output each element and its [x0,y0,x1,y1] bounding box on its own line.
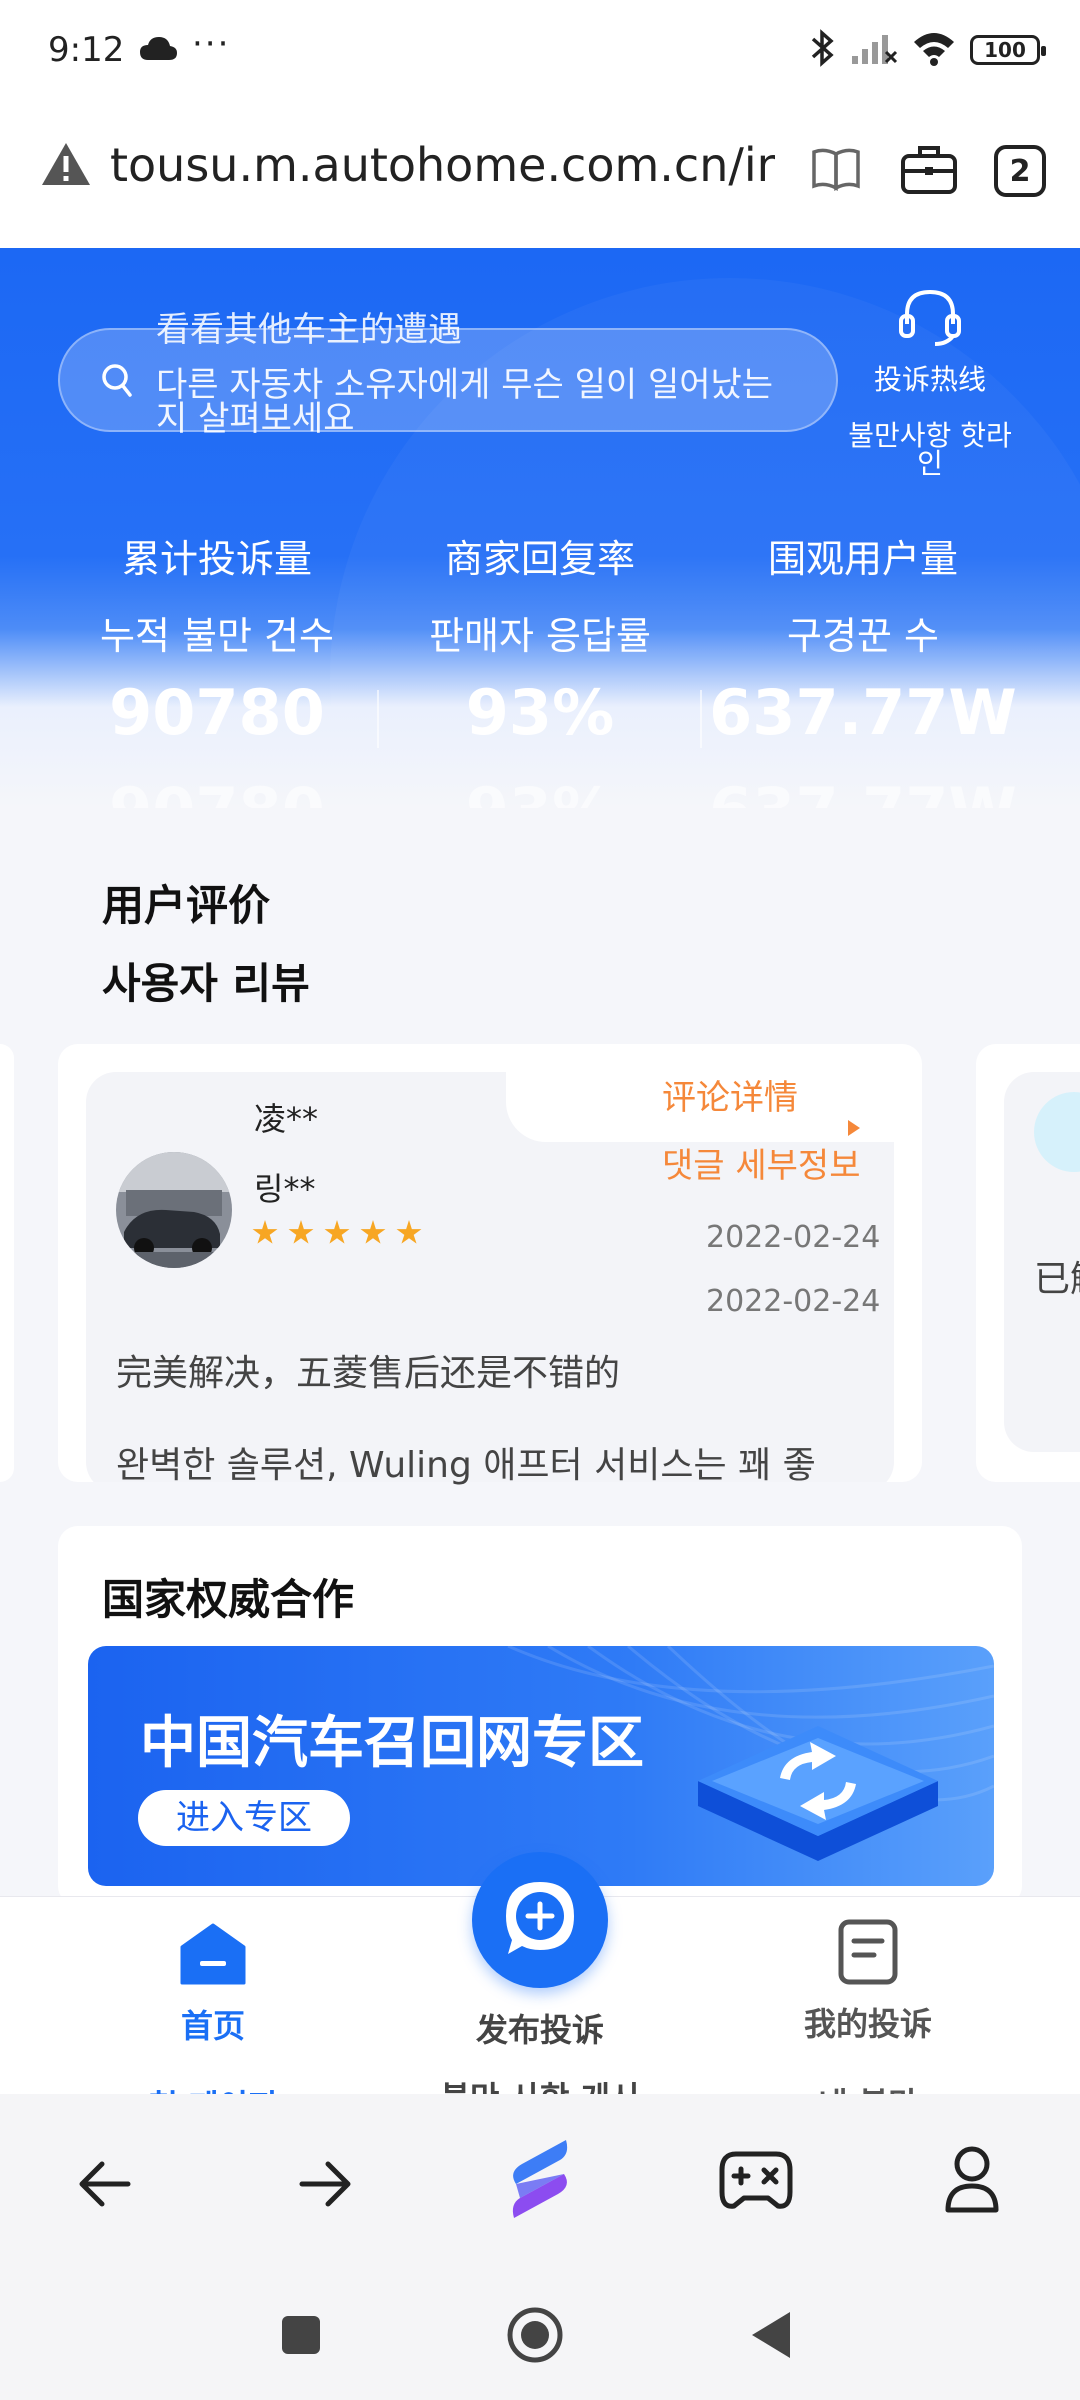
tab-my-complaints[interactable]: 我的投诉 내 불만 [718,1897,1018,2125]
stat-label-kr: 판매자 응답률 [429,614,651,658]
stats-row: 累计投诉量 누적 불만 건수 90780 90780 商家回复率 판매자 응답률… [0,528,1080,808]
tab-publish-label-cn: 发布投诉 [475,2011,604,2049]
stat-reply-rate: 商家回复率 판매자 응답률 93% 93% [375,528,705,808]
headset-icon [895,289,965,352]
reviews-section-title: 用户评价 사용자 리뷰 [102,880,310,1010]
hero-section: 看看其他车主的遭遇 다른 자동차 소유자에게 무슨 일이 일어났는지 살펴보세요… [0,248,1080,808]
system-nav-bar [0,2266,1080,2400]
search-input[interactable]: 看看其他车主的遭遇 다른 자동차 소유자에게 무슨 일이 일어났는지 살펴보세요 [58,310,838,436]
stat-total-complaints: 累计投诉量 누적 불만 건수 90780 90780 [52,528,382,808]
avatar [116,1152,232,1268]
more-notifications-icon: ··· [192,24,231,64]
profile-icon[interactable] [942,2144,1002,2220]
star-icon [252,1220,278,1244]
stat-value: 637.77W [709,676,1017,749]
hotline-label-kr: 불만사항 핫라인 [848,419,1012,480]
review-detail-kr: 댓글 세부정보 [662,1146,861,1186]
briefcase-icon[interactable] [900,142,958,200]
tab-count-button[interactable]: 2 [994,145,1046,197]
cloud-icon [138,34,178,66]
insecure-warning-icon[interactable] [40,140,92,192]
reviews-title-kr: 사용자 리뷰 [102,959,310,1008]
search-placeholder-cn: 看看其他车主的遭遇 [156,310,462,350]
next-review-body: 已解 [1004,1072,1080,1452]
wifi-icon [912,30,956,70]
stat-label-cn: 商家回复率 [444,537,635,581]
publish-complaint-button[interactable] [472,1852,608,1988]
star-icon [396,1220,422,1244]
reader-mode-icon[interactable] [810,142,862,198]
tab-mine-label-cn: 我的投诉 [803,2005,932,2043]
review-date: 2022-02-24 [706,1220,881,1255]
reviewer-name-cn: 凌** [254,1100,319,1138]
signal-icon [850,30,898,70]
review-text-cn: 完美解决，五菱售后还是不错的 [116,1353,621,1394]
status-bar: 9:12 ··· 100 [0,0,1080,100]
partner-section: 国家权威合作 中国汽车召回网专区 进入专区 [58,1526,1022,1906]
forward-arrow-icon[interactable] [294,2142,354,2230]
home-icon [63,1923,363,1987]
review-date-translated: 2022-02-24 [706,1284,881,1319]
prev-review-card[interactable] [0,1044,14,1482]
banner-title: 中国汽车召回网专区 [140,1711,644,1776]
next-review-card[interactable]: 已解 [976,1044,1080,1482]
hotline-button[interactable]: 投诉热线 불만사항 핫라인 [840,288,1020,478]
home-circle-icon[interactable] [506,2306,564,2368]
status-time: 9:12 [48,30,125,70]
avatar [1034,1092,1080,1172]
next-review-text: 已解 [1034,1259,1080,1300]
stat-value: 90780 [109,676,325,749]
back-arrow-icon[interactable] [76,2142,136,2230]
stat-value-echo: 90780 [52,780,382,809]
reviews-title-cn: 用户评价 [102,881,271,930]
recent-apps-icon[interactable] [280,2314,322,2360]
rating-stars [252,1220,422,1246]
star-icon [324,1220,350,1244]
game-controller-icon[interactable] [718,2146,794,2220]
battery-indicator: 100 [970,35,1046,65]
browser-logo-icon[interactable] [500,2134,580,2228]
document-icon [718,1919,1018,1985]
back-triangle-icon[interactable] [750,2310,792,2364]
search-placeholder-kr: 다른 자동차 소유자에게 무슨 일이 일어났는지 살펴보세요 [156,365,774,439]
stat-onlookers: 围观用户量 구경꾼 수 637.77W 637.77W [698,528,1028,808]
stat-value-echo: 637.77W [698,780,1028,809]
recall-banner[interactable]: 中国汽车召回网专区 进入专区 [88,1646,994,1886]
stat-value: 93% [465,676,615,749]
chat-plus-icon [506,1882,574,1954]
stat-label-cn: 围观用户量 [767,537,958,581]
browser-toolbar [0,2094,1080,2266]
review-detail-cn: 评论详情 [662,1078,798,1118]
reviewer-name-kr: 링** [254,1170,316,1208]
star-icon [288,1220,314,1244]
stat-label-kr: 구경꾼 수 [787,614,939,658]
bluetooth-icon [810,28,836,72]
review-detail-link[interactable]: 评论详情 댓글 세부정보 [662,1064,861,1200]
hotline-label-cn: 投诉热线 [873,363,986,396]
stat-value-echo: 93% [375,780,705,809]
stat-label-cn: 累计投诉量 [121,537,312,581]
tab-home[interactable]: 首页 첫 페이지 [63,1897,363,2127]
partner-title: 国家权威合作 [102,1575,355,1624]
url-field[interactable]: tousu.m.autohome.com.cn/index [110,138,775,192]
browser-url-bar: tousu.m.autohome.com.cn/index 2 [0,100,1080,248]
status-icons: 100 [810,28,1046,72]
enter-zone-button[interactable]: 进入专区 [138,1790,350,1846]
review-text-kr: 완벽한 솔루션, Wuling 애프터 서비스는 꽤 좋 [116,1445,816,1486]
tab-home-label-cn: 首页 [180,2007,245,2045]
recall-cube-icon [688,1686,948,1886]
star-icon [360,1220,386,1244]
stat-label-kr: 누적 불만 건수 [100,614,334,658]
search-icon [100,362,134,404]
